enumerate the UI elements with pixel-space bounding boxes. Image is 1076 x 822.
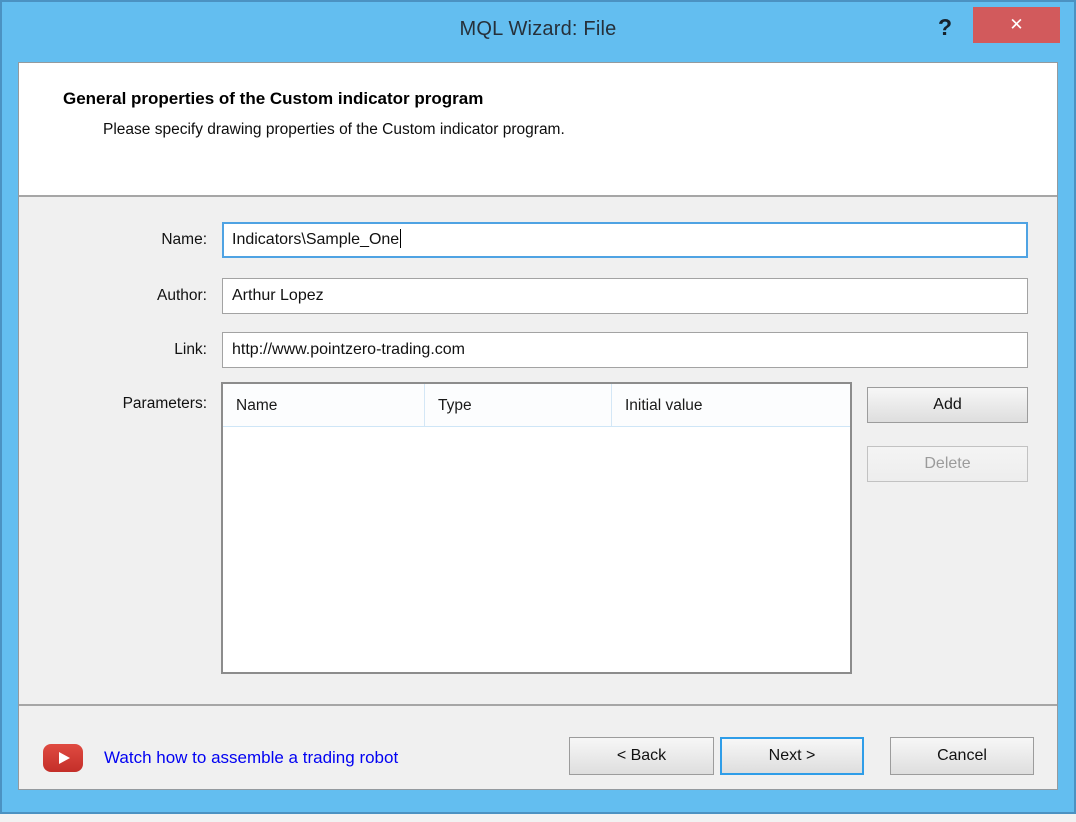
parameters-table-header: Name Type Initial value [223, 384, 850, 427]
close-button[interactable]: ✕ [973, 7, 1060, 43]
parameters-table-body[interactable] [223, 427, 850, 671]
window-title: MQL Wizard: File [2, 18, 1074, 41]
next-button[interactable]: Next > [720, 737, 864, 775]
page-subtitle: Please specify drawing properties of the… [103, 121, 565, 139]
add-button[interactable]: Add [867, 387, 1028, 423]
author-label: Author: [39, 278, 207, 314]
cancel-button[interactable]: Cancel [890, 737, 1034, 775]
mql-wizard-window: MQL Wizard: File ? ✕ General properties … [0, 0, 1076, 814]
parameters-table[interactable]: Name Type Initial value [221, 382, 852, 674]
parameters-label: Parameters: [39, 386, 207, 422]
name-label: Name: [39, 222, 207, 258]
delete-button[interactable]: Delete [867, 446, 1028, 482]
watch-video-link[interactable]: Watch how to assemble a trading robot [104, 744, 398, 772]
name-input[interactable]: Indicators\Sample_One [222, 222, 1028, 258]
back-button[interactable]: < Back [569, 737, 714, 775]
title-bar[interactable]: MQL Wizard: File ? ✕ [2, 2, 1074, 62]
youtube-play-icon[interactable] [43, 744, 83, 772]
link-label: Link: [39, 332, 207, 368]
link-input-value: http://www.pointzero-trading.com [232, 341, 465, 358]
author-input-value: Arthur Lopez [232, 287, 324, 304]
column-header-type: Type [425, 384, 612, 426]
close-icon: ✕ [1009, 15, 1023, 35]
column-header-name: Name [223, 384, 425, 426]
text-caret [400, 229, 401, 248]
author-input[interactable]: Arthur Lopez [222, 278, 1028, 314]
name-input-value: Indicators\Sample_One [232, 231, 399, 248]
dialog-panel: General properties of the Custom indicat… [18, 62, 1058, 790]
dialog-header: General properties of the Custom indicat… [19, 63, 1057, 197]
link-input[interactable]: http://www.pointzero-trading.com [222, 332, 1028, 368]
help-button[interactable]: ? [932, 10, 958, 44]
footer-divider [19, 704, 1057, 706]
column-header-initial-value: Initial value [612, 384, 850, 426]
page-title: General properties of the Custom indicat… [63, 89, 483, 109]
